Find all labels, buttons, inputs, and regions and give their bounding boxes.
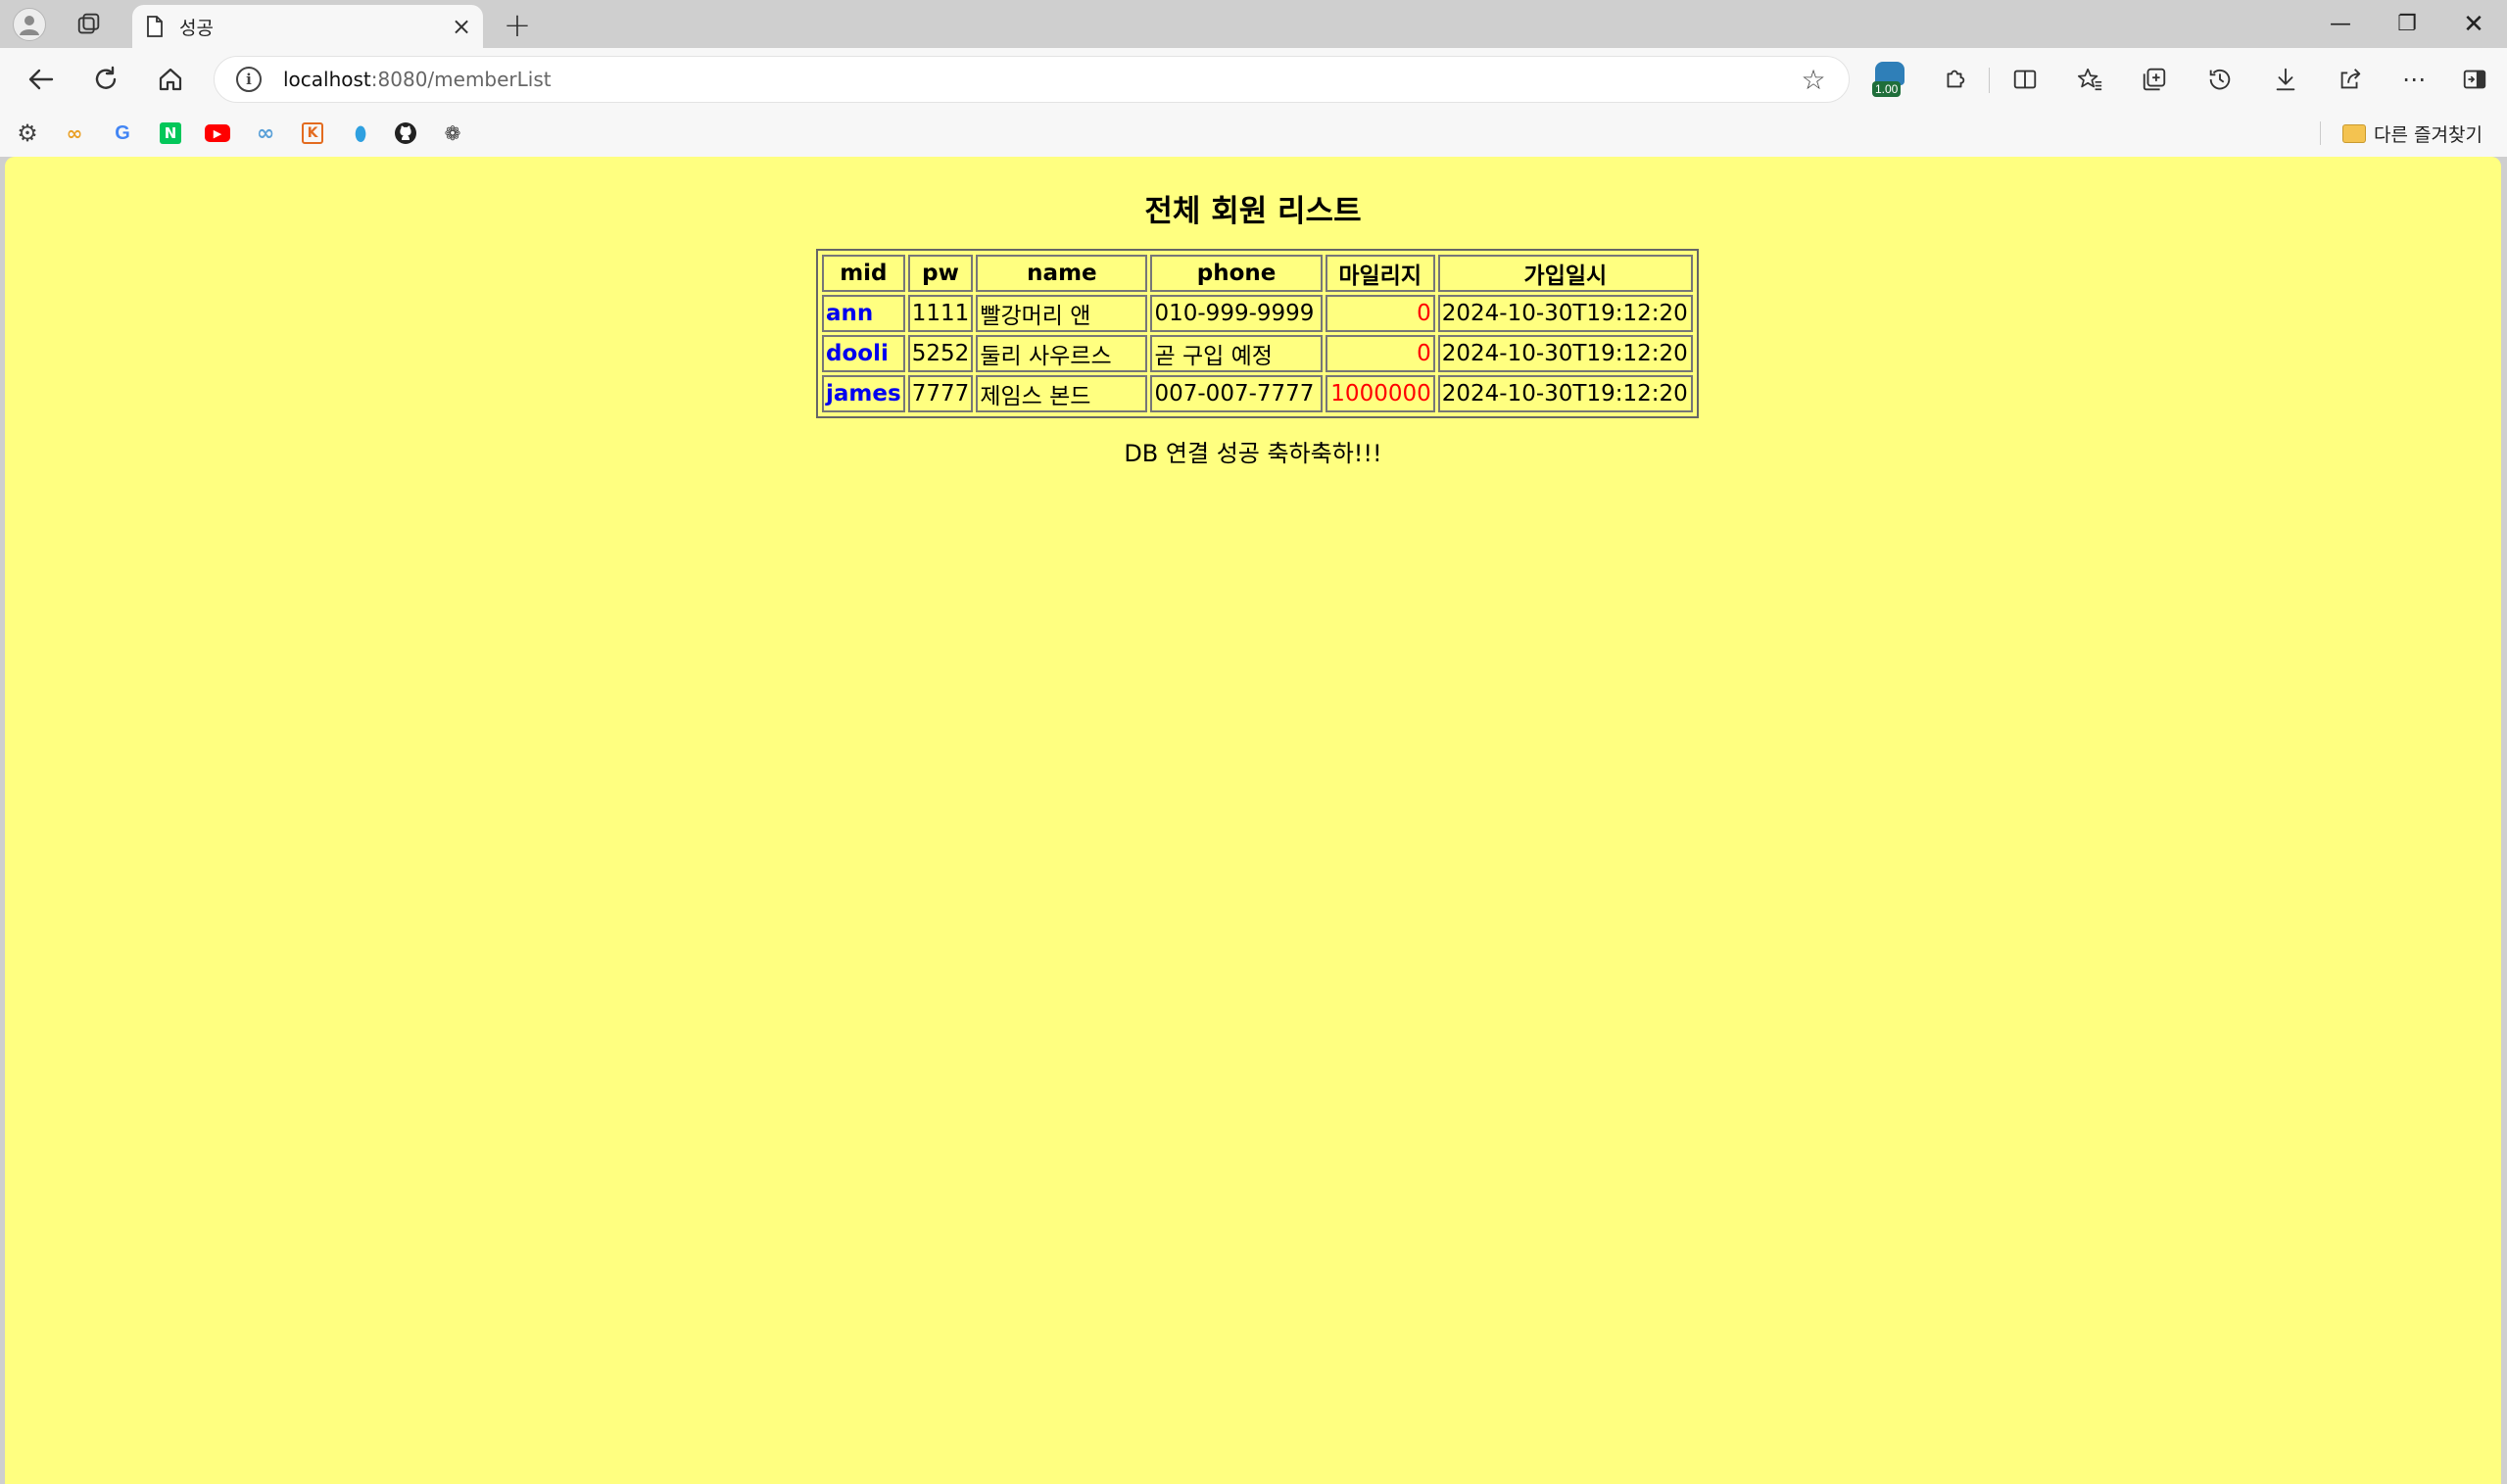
bookmarks-bar: ⚙ ∞ G N ▶ ∞ K ⬮ ❁ 다른 즐겨찾기 [0, 110, 2507, 157]
other-favorites-folder[interactable]: 다른 즐겨찾기 [2342, 118, 2483, 149]
cell-name: 둘리 사우르스 [976, 335, 1148, 372]
column-header-mid: mid [822, 255, 905, 292]
url-path: :8080/memberList [370, 68, 552, 91]
minimize-icon[interactable]: — [2307, 0, 2374, 48]
table-header-row: mid pw name phone 마일리지 가입일시 [822, 255, 1693, 292]
settings-bookmark-icon[interactable]: ⚙ [14, 120, 41, 147]
bookmarks-divider [2320, 121, 2321, 145]
column-header-pw: pw [907, 255, 974, 292]
column-header-name: name [976, 255, 1148, 292]
cell-joined: 2024-10-30T19:12:20 [1437, 295, 1693, 332]
coupang-bookmark-icon[interactable]: ∞ [61, 120, 88, 147]
share-icon[interactable] [2332, 61, 2369, 98]
member-link[interactable]: ann [826, 301, 873, 326]
cell-mileage: 1000000 [1325, 375, 1435, 412]
collections-icon[interactable] [2136, 61, 2173, 98]
extension-badge: 1.00 [1872, 81, 1902, 97]
other-favorites-label: 다른 즐겨찾기 [2374, 123, 2483, 146]
table-row: james 7777 제임스 본드 007-007-7777 1000000 2… [822, 375, 1693, 412]
favorites-icon[interactable] [2071, 61, 2108, 98]
member-link[interactable]: james [826, 381, 901, 407]
url-host: localhost [283, 68, 371, 91]
table-row: ann 1111 빨강머리 앤 010-999-9999 0 2024-10-3… [822, 295, 1693, 332]
cell-name: 제임스 본드 [976, 375, 1148, 412]
naver-bookmark-icon[interactable]: N [157, 120, 184, 147]
column-header-mileage: 마일리지 [1325, 255, 1435, 292]
sidebar-icon[interactable] [2456, 61, 2493, 98]
cell-mid: james [822, 375, 905, 412]
cell-phone: 곧 구입 예정 [1150, 335, 1323, 372]
cell-pw: 5252 [907, 335, 974, 372]
member-table: mid pw name phone 마일리지 가입일시 ann 1111 빨강머… [816, 249, 1699, 418]
page-icon [146, 15, 166, 38]
github-bookmark-icon[interactable] [392, 120, 419, 147]
favorite-star-icon[interactable]: ☆ [1792, 64, 1835, 96]
cell-mid: ann [822, 295, 905, 332]
db-success-message: DB 연결 성공 축하축하!!! [1124, 440, 1382, 467]
new-tab-icon[interactable]: + [500, 6, 535, 45]
profile-icon[interactable] [13, 8, 46, 41]
column-header-joined: 가입일시 [1437, 255, 1693, 292]
url-text[interactable]: localhost:8080/memberList [283, 68, 1792, 91]
cell-phone: 007-007-7777 [1150, 375, 1323, 412]
folder-icon [2342, 123, 2366, 143]
cell-mid: dooli [822, 335, 905, 372]
page-title: 전체 회원 리스트 [1144, 194, 1362, 229]
cell-name: 빨강머리 앤 [976, 295, 1148, 332]
split-screen-icon[interactable] [2006, 61, 2044, 98]
cell-mileage: 0 [1325, 295, 1435, 332]
cell-joined: 2024-10-30T19:12:20 [1437, 335, 1693, 372]
home-icon[interactable] [153, 62, 188, 97]
tab-strip: 성공 × + — ❐ ✕ [0, 0, 2507, 48]
close-tab-icon[interactable]: × [444, 9, 479, 44]
member-link[interactable]: dooli [826, 341, 889, 366]
extension-icon[interactable]: 1.00 [1870, 60, 1909, 99]
cell-joined: 2024-10-30T19:12:20 [1437, 375, 1693, 412]
column-header-phone: phone [1150, 255, 1323, 292]
cell-mileage: 0 [1325, 335, 1435, 372]
extensions-icon[interactable] [1936, 61, 1973, 98]
openai-bookmark-icon[interactable]: ❁ [439, 120, 466, 147]
tab-active[interactable]: 성공 × [132, 5, 483, 48]
reload-icon[interactable] [88, 62, 123, 97]
page-viewport: 전체 회원 리스트 mid pw name phone 마일리지 가입일시 an… [5, 157, 2501, 1484]
history-icon[interactable] [2201, 61, 2239, 98]
info-icon[interactable]: i [236, 67, 262, 92]
restore-icon[interactable]: ❐ [2374, 0, 2440, 48]
tab-title: 성공 [179, 17, 214, 39]
youtube-bookmark-icon[interactable]: ▶ [204, 120, 231, 147]
droplet-bookmark-icon[interactable]: ⬮ [347, 120, 374, 147]
cell-phone: 010-999-9999 [1150, 295, 1323, 332]
more-icon[interactable]: ⋯ [2395, 61, 2433, 98]
close-window-icon[interactable]: ✕ [2440, 0, 2507, 48]
google-bookmark-icon[interactable]: G [109, 120, 136, 147]
infinity-bookmark-icon[interactable]: ∞ [252, 120, 279, 147]
k-bookmark-icon[interactable]: K [299, 120, 326, 147]
cell-pw: 1111 [907, 295, 974, 332]
toolbar: i localhost:8080/memberList ☆ 1.00 ⋯ [0, 48, 2507, 110]
workspaces-icon[interactable] [74, 10, 104, 39]
address-bar[interactable]: i localhost:8080/memberList ☆ [214, 56, 1850, 103]
back-icon[interactable] [24, 62, 59, 97]
download-icon[interactable] [2267, 61, 2304, 98]
table-row: dooli 5252 둘리 사우르스 곧 구입 예정 0 2024-10-30T… [822, 335, 1693, 372]
cell-pw: 7777 [907, 375, 974, 412]
toolbar-divider [1989, 68, 1990, 93]
